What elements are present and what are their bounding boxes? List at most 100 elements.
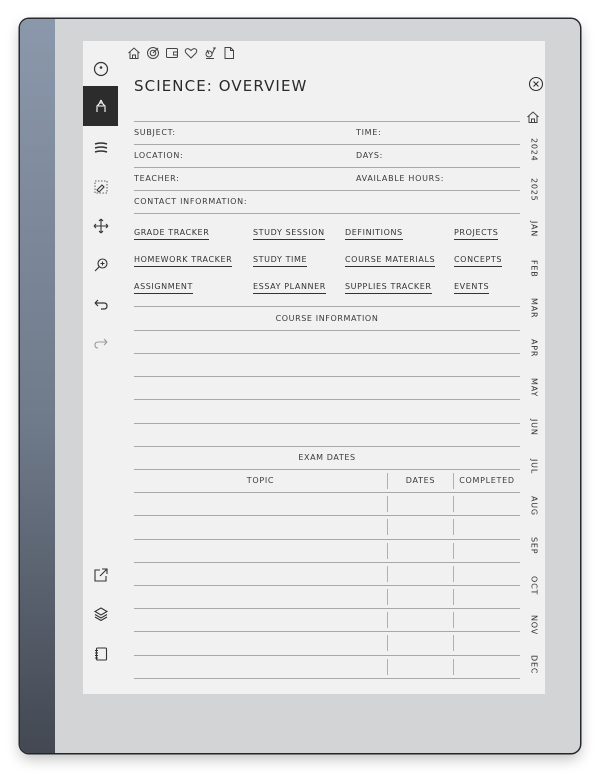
column-divider	[453, 659, 454, 675]
tab-may[interactable]: MAY	[523, 373, 545, 403]
course-info-line[interactable]	[134, 423, 520, 424]
column-divider	[453, 635, 454, 651]
tab-label: MAY	[529, 378, 539, 398]
link-grade-tracker[interactable]: GRADE TRACKER	[134, 228, 210, 240]
exam-row-line[interactable]	[134, 655, 520, 656]
tab-aug[interactable]: AUG	[523, 491, 545, 521]
link-essay-planner[interactable]: ESSAY PLANNER	[253, 282, 326, 294]
column-divider	[387, 496, 388, 512]
course-info-line[interactable]	[134, 353, 520, 354]
divider	[134, 121, 520, 122]
circle-dot-icon	[93, 61, 108, 77]
tab-jul[interactable]: JUL	[523, 452, 545, 482]
exam-row-line[interactable]	[134, 585, 520, 586]
move-tool-button[interactable]	[83, 206, 118, 246]
course-info-line[interactable]	[134, 330, 520, 331]
tab-jan[interactable]: JAN	[523, 214, 545, 244]
link-projects[interactable]: PROJECTS	[454, 228, 499, 240]
exam-row-line[interactable]	[134, 631, 520, 632]
column-divider	[387, 473, 388, 489]
exam-row-line[interactable]	[134, 608, 520, 609]
zoom-tool-button[interactable]	[83, 245, 118, 285]
eraser-icon	[94, 180, 107, 194]
exam-row-line[interactable]	[134, 678, 520, 679]
lines-tool-button[interactable]	[83, 128, 118, 168]
exam-row-line[interactable]	[134, 562, 520, 563]
exam-row-line[interactable]	[134, 539, 520, 540]
course-info-line[interactable]	[134, 446, 520, 447]
tab-mar[interactable]: MAR	[523, 293, 545, 323]
tab-oct[interactable]: OCT	[523, 571, 545, 601]
tab-label: 2025	[529, 178, 539, 202]
notebook-button[interactable]	[83, 634, 118, 674]
col-header-dates: DATES	[405, 476, 436, 485]
exam-row-line[interactable]	[134, 492, 520, 493]
redo-button[interactable]	[83, 324, 118, 364]
link-course-materials[interactable]: COURSE MATERIALS	[345, 255, 436, 267]
col-header-topic: TOPIC	[246, 476, 275, 485]
tab-label: OCT	[529, 576, 539, 596]
contact-line[interactable]	[134, 213, 520, 214]
column-divider	[387, 566, 388, 582]
course-info-line[interactable]	[134, 399, 520, 400]
tab-nov[interactable]: NOV	[523, 610, 545, 640]
eraser-tool-button[interactable]	[83, 167, 118, 207]
device-spine	[20, 19, 55, 753]
tab-label: JUN	[529, 418, 539, 436]
pen-tool-button[interactable]	[83, 86, 118, 126]
tab-dec[interactable]: DEC	[523, 650, 545, 680]
tab-jun[interactable]: JUN	[523, 412, 545, 442]
tab-label: 2024	[529, 138, 539, 162]
link-study-time[interactable]: STUDY TIME	[253, 255, 308, 267]
undo-button[interactable]	[83, 285, 118, 325]
tab-feb[interactable]: FEB	[523, 254, 545, 284]
column-divider	[387, 659, 388, 675]
layers-button[interactable]	[83, 594, 118, 634]
notebook-icon	[94, 647, 107, 661]
link-definitions[interactable]: DEFINITIONS	[345, 228, 403, 240]
tab-label: FEB	[529, 260, 539, 278]
tab-apr[interactable]: APR	[523, 333, 545, 363]
layers-icon	[93, 607, 108, 622]
link-study-session[interactable]: STUDY SESSION	[253, 228, 325, 240]
tab-label: SEP	[529, 537, 539, 555]
link-events[interactable]: EVENTS	[454, 282, 490, 294]
column-divider	[453, 566, 454, 582]
move-arrows-icon	[93, 218, 108, 234]
pen-icon	[95, 99, 106, 112]
share-button[interactable]	[83, 555, 118, 595]
subject-line[interactable]	[134, 144, 520, 145]
teacher-line[interactable]	[134, 190, 520, 191]
link-assignment[interactable]: ASSIGNMENT	[134, 282, 193, 294]
column-divider	[453, 589, 454, 605]
tab-label: DEC	[529, 655, 539, 675]
column-divider	[453, 612, 454, 628]
col-header-completed: COMPLETED	[459, 476, 515, 485]
link-concepts[interactable]: CONCEPTS	[454, 255, 503, 267]
course-info-line[interactable]	[134, 376, 520, 377]
home-icon	[527, 111, 539, 123]
export-icon	[93, 568, 108, 582]
exam-row-line[interactable]	[134, 515, 520, 516]
redo-icon	[93, 338, 107, 349]
column-divider	[453, 519, 454, 535]
menu-button[interactable]	[83, 49, 118, 89]
column-divider	[387, 519, 388, 535]
tab-label: APR	[529, 338, 539, 358]
tablet-device: SCIENCE: OVERVIEW SUBJECT: TIME: LOCATIO…	[20, 19, 580, 753]
exam-table-top	[134, 469, 520, 470]
zoom-in-icon	[94, 258, 108, 272]
tab-sep[interactable]: SEP	[523, 531, 545, 561]
tab-2025[interactable]: 2025	[523, 175, 545, 205]
home-tab[interactable]	[526, 109, 540, 123]
link-homework-tracker[interactable]: HOMEWORK TRACKER	[134, 255, 233, 267]
tab-label: JAN	[529, 220, 539, 238]
location-label: LOCATION:	[134, 151, 184, 160]
link-supplies-tracker[interactable]: SUPPLIES TRACKER	[345, 282, 432, 294]
column-divider	[453, 543, 454, 559]
column-divider	[387, 635, 388, 651]
tab-2024[interactable]: 2024	[523, 135, 545, 165]
column-divider	[453, 473, 454, 489]
location-line[interactable]	[134, 167, 520, 168]
right-tab-bar: 2024 2025 JAN FEB MAR APR MAY JUN JUL AUG SEP OCT NO…	[523, 41, 545, 694]
